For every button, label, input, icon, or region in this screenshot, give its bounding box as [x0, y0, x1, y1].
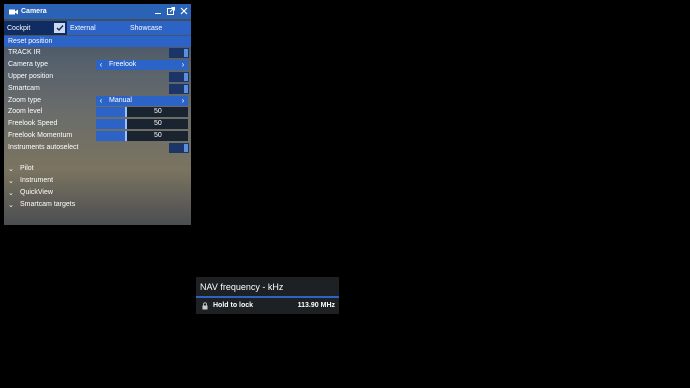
reset-label: Reset position: [8, 38, 53, 45]
row-label: Instruments autoselect: [8, 144, 79, 151]
row-label: Freelook Momentum: [8, 132, 73, 139]
row-label: Camera type: [8, 61, 49, 68]
select-value: Manual: [109, 97, 132, 104]
row-label: Smartcam: [8, 85, 40, 92]
nav-title: NAV frequency - kHz: [200, 282, 284, 292]
chevron-down-icon: ⌄: [8, 201, 14, 209]
nav-frequency-widget: NAV frequency - kHz Hold to lock 113.90 …: [196, 277, 339, 314]
slider-fill: [96, 130, 127, 141]
tab-label: Cockpit: [7, 24, 31, 32]
zoom-type-select[interactable]: ‹ Manual ›: [96, 95, 188, 106]
camera-tabs: Cockpit External Showcase: [4, 21, 191, 35]
slider-value: 50: [154, 119, 162, 127]
hold-to-lock-row[interactable]: Hold to lock 113.90 MHz: [196, 299, 339, 314]
row-label: Upper position: [8, 73, 54, 80]
section-instrument[interactable]: ⌄ Instrument: [8, 175, 188, 186]
check-icon: [54, 23, 65, 33]
reset-position-button[interactable]: Reset position: [4, 36, 191, 47]
freelook-momentum-slider[interactable]: 50: [96, 130, 188, 141]
chevron-down-icon: ⌄: [8, 177, 14, 185]
freelook-speed-slider[interactable]: 50: [96, 118, 188, 129]
row-zoom-type: Zoom type ‹ Manual ›: [4, 95, 191, 106]
row-label: TRACK IR: [8, 49, 41, 56]
row-instruments-autoselect: Instruments autoselect: [4, 142, 191, 153]
section-smartcam-targets[interactable]: ⌄ Smartcam targets: [8, 199, 188, 210]
row-zoom-level: Zoom level 50: [4, 106, 191, 117]
chevron-left-icon[interactable]: ‹: [96, 60, 106, 69]
upper-position-toggle[interactable]: [169, 71, 189, 82]
nav-divider: [196, 296, 339, 298]
row-label: Zoom level: [8, 108, 43, 115]
panel-title: Camera: [21, 8, 47, 15]
camera-titlebar[interactable]: Camera: [4, 4, 191, 19]
section-pilot[interactable]: ⌄ Pilot: [8, 163, 188, 174]
slider-thumb[interactable]: [125, 106, 128, 117]
slider-fill: [96, 106, 127, 117]
instruments-autoselect-toggle[interactable]: [169, 142, 189, 153]
row-freelook-momentum: Freelook Momentum 50: [4, 130, 191, 141]
select-value: Freelook: [109, 61, 137, 68]
tab-external[interactable]: External: [67, 21, 127, 35]
tab-showcase[interactable]: Showcase: [127, 21, 191, 35]
track-ir-toggle[interactable]: [169, 47, 189, 58]
row-upper-position: Upper position: [4, 71, 191, 82]
section-quickview[interactable]: ⌄ QuickView: [8, 187, 188, 198]
chevron-left-icon[interactable]: ‹: [96, 96, 106, 105]
slider-thumb[interactable]: [125, 130, 128, 141]
tab-cockpit[interactable]: Cockpit: [4, 21, 67, 35]
row-camera-type: Camera type ‹ Freelook ›: [4, 59, 191, 70]
section-label: Instrument: [20, 177, 54, 184]
section-label: QuickView: [20, 189, 53, 196]
minimize-icon: [155, 13, 161, 14]
camera-icon: [9, 9, 18, 14]
minimize-button[interactable]: [153, 6, 163, 16]
row-label: Zoom type: [8, 97, 42, 104]
nav-frequency-value: 113.90 MHz: [297, 302, 335, 309]
row-label: Freelook Speed: [8, 120, 58, 127]
slider-thumb[interactable]: [125, 118, 128, 129]
chevron-right-icon[interactable]: ›: [178, 60, 188, 69]
section-label: Pilot: [20, 165, 34, 172]
slider-value: 50: [154, 131, 162, 139]
hold-to-lock-label: Hold to lock: [213, 302, 254, 309]
chevron-right-icon[interactable]: ›: [178, 96, 188, 105]
slider-value: 50: [154, 107, 162, 115]
slider-fill: [96, 118, 127, 129]
popout-icon: [167, 7, 175, 15]
smartcam-toggle[interactable]: [169, 83, 189, 94]
zoom-level-slider[interactable]: 50: [96, 106, 188, 117]
row-freelook-speed: Freelook Speed 50: [4, 118, 191, 129]
tab-label: External: [70, 24, 96, 32]
section-label: Smartcam targets: [20, 201, 76, 208]
camera-type-select[interactable]: ‹ Freelook ›: [96, 59, 188, 70]
lock-icon: [202, 302, 208, 310]
tab-label: Showcase: [130, 24, 163, 32]
row-smartcam: Smartcam: [4, 83, 191, 94]
row-track-ir: TRACK IR: [4, 47, 191, 58]
close-button[interactable]: [179, 6, 189, 16]
popout-button[interactable]: [166, 6, 176, 16]
close-icon: [180, 7, 188, 15]
chevron-down-icon: ⌄: [8, 189, 14, 197]
chevron-down-icon: ⌄: [8, 165, 14, 173]
camera-panel: Camera Cockpit External Showcase Reset p…: [4, 4, 191, 225]
